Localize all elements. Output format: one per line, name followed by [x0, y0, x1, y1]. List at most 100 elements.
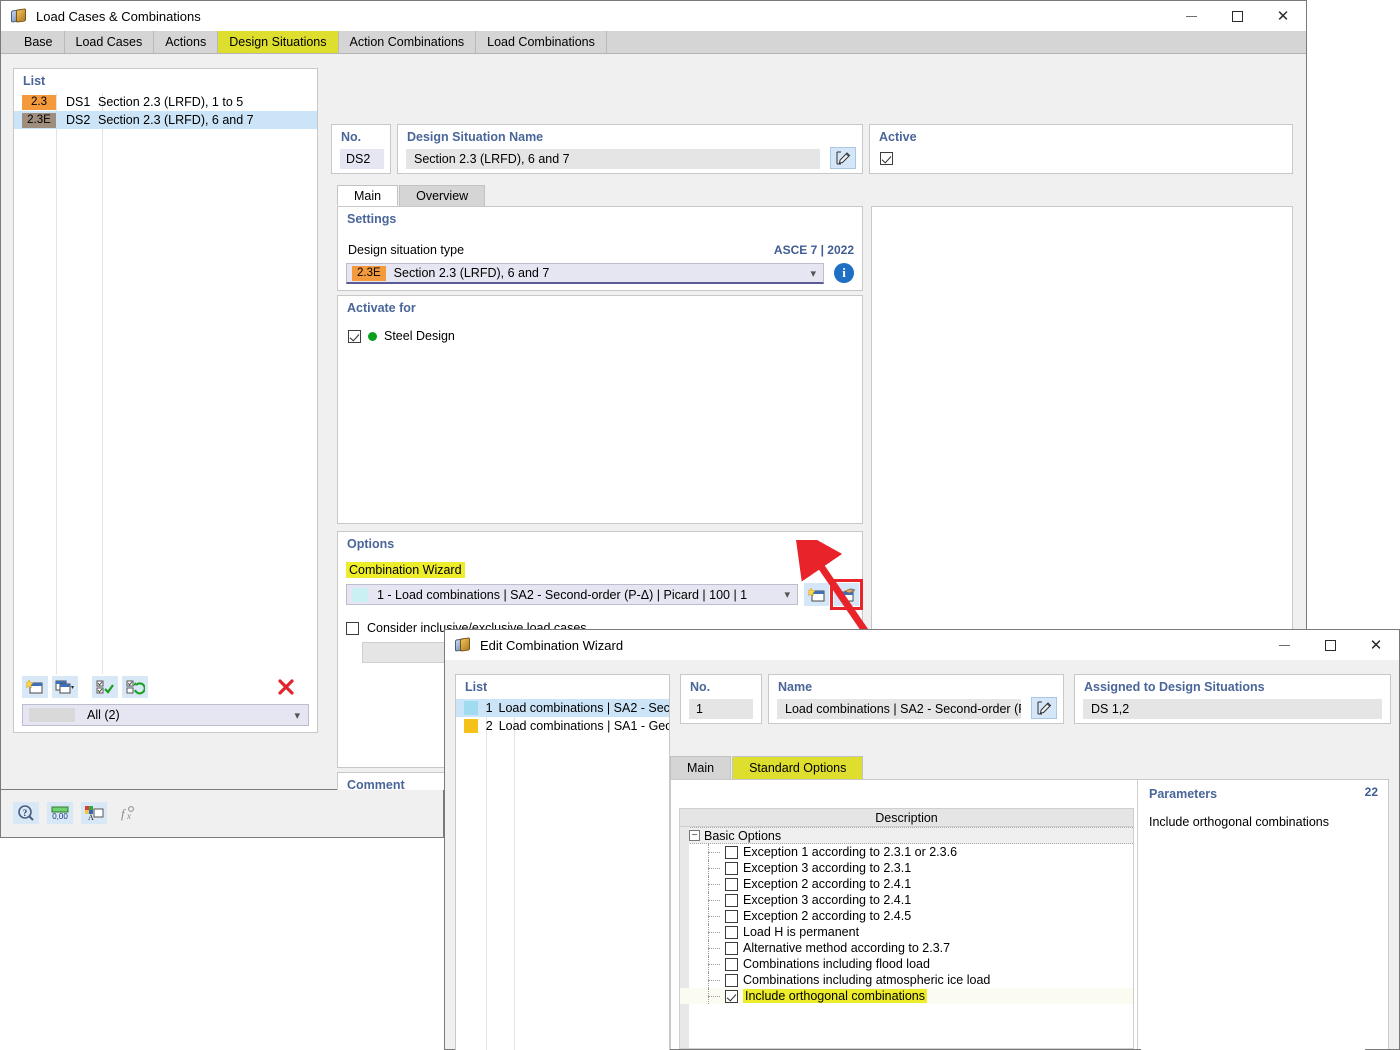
- tab-base[interactable]: Base: [13, 31, 65, 53]
- duplicate-item-icon[interactable]: [52, 676, 78, 698]
- dialog-no-value: 1: [689, 699, 753, 719]
- list-item[interactable]: 2 Load combinations | SA1 - Geom: [456, 717, 669, 735]
- active-checkbox[interactable]: [880, 151, 893, 166]
- invert-selection-icon[interactable]: [122, 676, 148, 698]
- combination-wizard-dropdown[interactable]: 1 - Load combinations | SA2 - Second-ord…: [346, 584, 798, 605]
- settings-panel: Settings Design situation type ASCE 7 | …: [337, 206, 863, 291]
- tree-item[interactable]: Combinations including flood load: [680, 956, 1133, 972]
- combination-wizard-label: Combination Wizard: [346, 562, 465, 578]
- option-checkbox[interactable]: [725, 893, 738, 907]
- option-checkbox[interactable]: [725, 861, 738, 875]
- tab-main[interactable]: Main: [337, 185, 399, 206]
- parameters-title: Parameters: [1149, 787, 1218, 801]
- standard-label: ASCE 7 | 2022: [773, 243, 854, 257]
- new-combination-wizard-icon[interactable]: [804, 583, 829, 606]
- dialog-title: Edit Combination Wizard: [480, 637, 624, 653]
- design-situation-no-panel: No. DS2: [331, 124, 391, 174]
- close-button[interactable]: ✕: [1260, 1, 1306, 31]
- option-checkbox[interactable]: [725, 877, 738, 891]
- table-row[interactable]: 2.3E DS2 Section 2.3 (LRFD), 6 and 7: [14, 111, 317, 129]
- tree-item[interactable]: Exception 2 according to 2.4.5: [680, 908, 1133, 924]
- design-situation-name-input[interactable]: Section 2.3 (LRFD), 6 and 7: [406, 149, 820, 169]
- combination-wizard-rows: 1 Load combinations | SA2 - Secon 2 Load…: [456, 699, 669, 1050]
- select-all-icon[interactable]: [92, 676, 118, 698]
- option-label: Exception 2 according to 2.4.5: [743, 909, 912, 923]
- design-situation-type-dropdown[interactable]: 2.3E Section 2.3 (LRFD), 6 and 7 ▾: [346, 263, 824, 284]
- tree-item[interactable]: Exception 3 according to 2.4.1: [680, 892, 1133, 908]
- settings-title: Settings: [347, 212, 397, 226]
- list-item[interactable]: 1 Load combinations | SA2 - Secon: [456, 699, 669, 717]
- tree-group-basic-options[interactable]: − Basic Options: [680, 827, 1133, 844]
- tab-load-cases[interactable]: Load Cases: [64, 31, 155, 53]
- option-checkbox[interactable]: [725, 989, 738, 1003]
- detail-tabstrip: Main Overview: [337, 185, 486, 206]
- edit-wizard-highlight-box: [830, 579, 863, 610]
- delete-item-icon[interactable]: [273, 676, 299, 698]
- chevron-down-icon: ▾: [810, 267, 816, 280]
- units-icon[interactable]: 0,00: [47, 802, 73, 824]
- tab-overview[interactable]: Overview: [399, 185, 486, 206]
- dialog-edit-name-icon[interactable]: [1031, 697, 1057, 719]
- edit-name-icon[interactable]: [830, 147, 856, 169]
- svg-text:x: x: [126, 811, 131, 821]
- main-window-controls: ✕: [1168, 1, 1306, 31]
- tree-item[interactable]: Load H is permanent: [680, 924, 1133, 940]
- dialog-titlebar: Edit Combination Wizard ✕: [445, 630, 1399, 660]
- dialog-name-input[interactable]: Load combinations | SA2 - Second-order (…: [777, 699, 1021, 719]
- dialog-tab-standard-options[interactable]: Standard Options: [732, 756, 864, 779]
- wizard-color-swatch: [352, 587, 368, 602]
- tree-item[interactable]: Exception 2 according to 2.4.1: [680, 876, 1133, 892]
- tab-action-combinations[interactable]: Action Combinations: [338, 31, 477, 53]
- dialog-name-panel: Name Load combinations | SA2 - Second-or…: [768, 674, 1064, 724]
- tab-load-combinations[interactable]: Load Combinations: [476, 31, 607, 53]
- option-checkbox[interactable]: [725, 941, 738, 955]
- tree-item[interactable]: Alternative method according to 2.3.7: [680, 940, 1133, 956]
- option-label: Exception 3 according to 2.4.1: [743, 893, 912, 907]
- dialog-close-button[interactable]: ✕: [1353, 630, 1399, 660]
- tree-item-include-orthogonal-combinations[interactable]: Include orthogonal combinations: [680, 988, 1133, 1004]
- option-checkbox[interactable]: [725, 909, 738, 923]
- tree-group-label: Basic Options: [704, 828, 782, 843]
- dialog-tab-main[interactable]: Main: [670, 756, 732, 779]
- steel-design-checkbox[interactable]: [348, 329, 361, 343]
- activate-steel-design-row[interactable]: Steel Design: [348, 329, 455, 343]
- option-checkbox[interactable]: [725, 845, 738, 859]
- display-properties-icon[interactable]: A: [81, 802, 107, 824]
- option-label: Load H is permanent: [743, 925, 860, 939]
- help-icon[interactable]: ?: [13, 802, 39, 824]
- main-tabstrip: Base Load Cases Actions Design Situation…: [1, 31, 1306, 54]
- dialog-body: List 1 Load combinations | SA2 - Secon 2…: [445, 660, 1399, 1050]
- tree-item[interactable]: Exception 1 according to 2.3.1 or 2.3.6: [680, 844, 1133, 860]
- svg-text:A: A: [88, 813, 94, 821]
- dialog-window-controls: ✕: [1261, 630, 1399, 660]
- tree-item[interactable]: Exception 3 according to 2.3.1: [680, 860, 1133, 876]
- new-item-icon[interactable]: [22, 676, 48, 698]
- option-checkbox[interactable]: [725, 957, 738, 971]
- formula-icon[interactable]: fx: [115, 802, 141, 824]
- design-situation-name-title: Design Situation Name: [407, 130, 544, 144]
- tab-actions[interactable]: Actions: [154, 31, 219, 53]
- chevron-down-icon: ▾: [294, 709, 300, 722]
- tab-design-situations[interactable]: Design Situations: [218, 31, 339, 53]
- status-dot-icon: [368, 331, 377, 341]
- combination-wizard-list-panel: List 1 Load combinations | SA2 - Secon 2…: [455, 674, 670, 1050]
- parameters-panel: Parameters Include orthogonal combinatio…: [1141, 783, 1365, 1050]
- table-row[interactable]: 2.3 DS1 Section 2.3 (LRFD), 1 to 5: [14, 93, 317, 111]
- svg-text:0,00: 0,00: [52, 812, 68, 821]
- dialog-minimize-button[interactable]: [1261, 630, 1307, 660]
- option-checkbox[interactable]: [725, 973, 738, 987]
- option-label: Alternative method according to 2.3.7: [743, 941, 951, 955]
- tree-item[interactable]: Combinations including atmospheric ice l…: [680, 972, 1133, 988]
- dialog-maximize-button[interactable]: [1307, 630, 1353, 660]
- consider-inclusive-checkbox[interactable]: [346, 621, 359, 635]
- options-tree: − Basic Options Exception 1 according to…: [679, 827, 1134, 1049]
- assigned-design-situations-panel: Assigned to Design Situations DS 1,2: [1074, 674, 1391, 724]
- row-name: Section 2.3 (LRFD), 6 and 7: [98, 113, 254, 127]
- list-filter-dropdown[interactable]: All (2) ▾: [22, 704, 309, 726]
- maximize-button[interactable]: [1214, 1, 1260, 31]
- minimize-button[interactable]: [1168, 1, 1214, 31]
- collapse-icon[interactable]: −: [689, 830, 700, 841]
- info-icon[interactable]: i: [834, 263, 854, 283]
- option-checkbox[interactable]: [725, 925, 738, 939]
- steel-design-label: Steel Design: [384, 329, 455, 343]
